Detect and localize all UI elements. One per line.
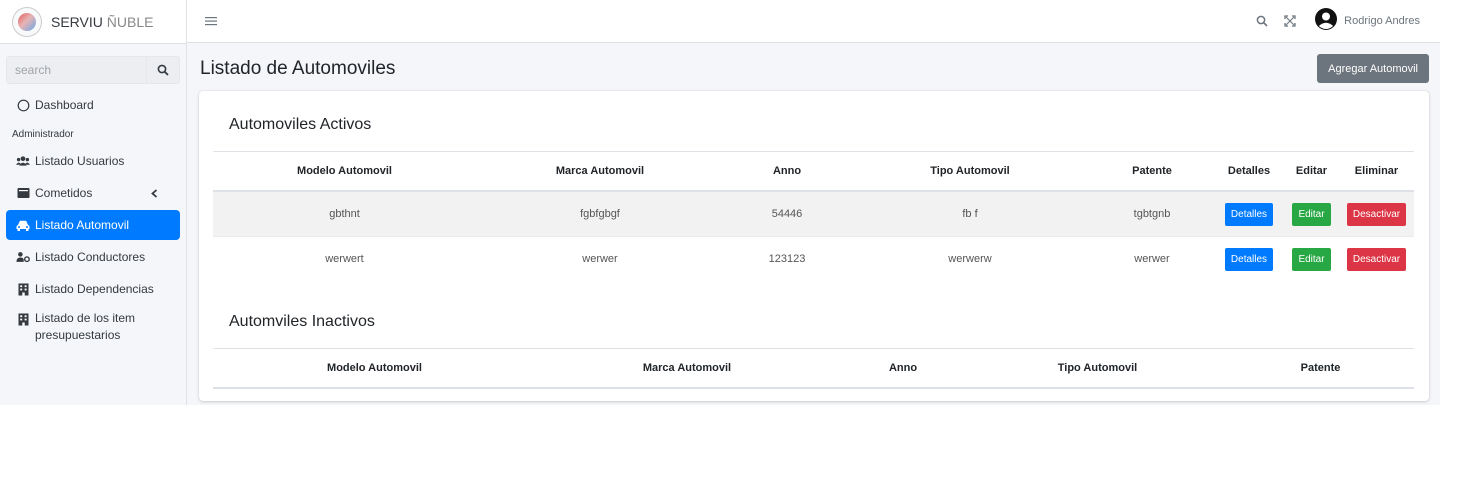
brand-subtitle: ÑUBLE: [106, 13, 154, 30]
desactivar-button[interactable]: Desactivar: [1346, 202, 1407, 226]
table-header-row: Modelo Automovil Marca Automovil Anno Ti…: [213, 348, 1414, 389]
sidebar-item-dashboard[interactable]: Dashboard: [0, 90, 180, 120]
sidebar: SERVIU ÑUBLE Dashboard Administrador Lis…: [0, 0, 187, 405]
add-automovil-button[interactable]: Agregar Automovil: [1317, 54, 1429, 83]
cell-patente: werwer: [1090, 236, 1214, 281]
cell-modelo: gbthnt: [213, 190, 476, 237]
fullscreen-icon[interactable]: [1284, 15, 1296, 27]
app: SERVIU ÑUBLE Dashboard Administrador Lis…: [0, 0, 1440, 405]
content-card: Automoviles Activos Modelo Automovil Mar…: [199, 91, 1429, 401]
inactive-table: Modelo Automovil Marca Automovil Anno Ti…: [213, 348, 1414, 389]
cell-patente: tgbtgnb: [1090, 190, 1214, 237]
brand-logo: [12, 6, 42, 37]
sidebar-item-label: Listado Conductores: [35, 250, 146, 264]
user-cog-icon: [16, 250, 30, 264]
column-header: Anno: [838, 348, 968, 389]
column-header: Detalles: [1214, 151, 1284, 192]
search-icon[interactable]: [1256, 15, 1268, 27]
cell-detalles: Detalles: [1214, 236, 1284, 281]
chevron-left-icon[interactable]: [151, 186, 158, 201]
cell-eliminar: Desactivar: [1339, 236, 1414, 281]
detalles-button[interactable]: Detalles: [1224, 247, 1274, 271]
editar-button[interactable]: Editar: [1292, 247, 1331, 271]
column-header: Eliminar: [1339, 151, 1414, 192]
user-name: Rodrigo Andres: [1344, 15, 1420, 27]
sidebar-header-administrador: Administrador: [12, 128, 74, 140]
active-table: Modelo Automovil Marca Automovil Anno Ti…: [213, 151, 1414, 281]
column-header: Modelo Automovil: [213, 151, 476, 192]
column-header: Marca Automovil: [536, 348, 838, 389]
table-row: werwert werwer 123123 werwerw werwer Det…: [213, 236, 1414, 281]
table-header-row: Modelo Automovil Marca Automovil Anno Ti…: [213, 151, 1414, 192]
cell-eliminar: Desactivar: [1339, 190, 1414, 237]
cell-editar: Editar: [1284, 236, 1339, 281]
sidebar-search: [6, 56, 180, 84]
main-content: Listado de Automoviles Agregar Automovil…: [187, 43, 1440, 405]
column-header: Patente: [1227, 348, 1414, 389]
cell-tipo: werwerw: [850, 236, 1090, 281]
cell-marca: fgbfgbgf: [476, 190, 724, 237]
brand-name: SERVIU ÑUBLE: [51, 14, 153, 30]
topbar: Rodrigo Andres: [187, 0, 1440, 43]
sidebar-item-label: Listado de los item presupuestarios: [35, 311, 136, 342]
search-button[interactable]: [146, 56, 180, 84]
search-icon: [157, 64, 169, 76]
user-circle-icon: [1314, 7, 1338, 36]
topbar-right: Rodrigo Andres: [1242, 7, 1420, 36]
cell-tipo: fb f: [850, 190, 1090, 237]
sidebar-item-presupuestarios[interactable]: Listado de los item presupuestarios: [0, 306, 180, 350]
cell-editar: Editar: [1284, 190, 1339, 237]
column-header: Modelo Automovil: [213, 348, 536, 389]
sidebar-item-usuarios[interactable]: Listado Usuarios: [0, 146, 180, 176]
building-icon: [16, 282, 30, 296]
sidebar-item-conductores[interactable]: Listado Conductores: [0, 242, 180, 272]
table-row: gbthnt fgbfgbgf 54446 fb f tgbtgnb Detal…: [213, 190, 1414, 237]
cell-detalles: Detalles: [1214, 190, 1284, 237]
column-header: Tipo Automovil: [968, 348, 1227, 389]
page-title: Listado de Automoviles: [200, 58, 396, 79]
sidebar-item-cometidos[interactable]: Cometidos: [0, 178, 180, 208]
column-header: Anno: [724, 151, 850, 192]
users-icon: [16, 154, 30, 168]
detalles-button[interactable]: Detalles: [1224, 202, 1274, 226]
cell-anno: 123123: [724, 236, 850, 281]
sidebar-item-label: Cometidos: [35, 186, 93, 200]
sidebar-item-label: Listado Automovil: [35, 218, 130, 232]
brand-title: SERVIU: [51, 13, 103, 30]
editar-button[interactable]: Editar: [1292, 202, 1331, 226]
sidebar-nav: Dashboard Administrador Listado Usuarios…: [0, 90, 186, 350]
inbox-icon: [16, 186, 30, 200]
search-input[interactable]: [6, 56, 146, 84]
car-icon: [16, 218, 30, 232]
column-header: Tipo Automovil: [850, 151, 1090, 192]
brand[interactable]: SERVIU ÑUBLE: [0, 0, 186, 44]
building-icon: [16, 312, 30, 326]
desactivar-button[interactable]: Desactivar: [1346, 247, 1407, 271]
sidebar-item-dependencias[interactable]: Listado Dependencias: [0, 274, 180, 304]
user-menu[interactable]: Rodrigo Andres: [1314, 7, 1420, 36]
cell-anno: 54446: [724, 190, 850, 237]
column-header: Patente: [1090, 151, 1214, 192]
sidebar-item-label: Listado Dependencias: [35, 282, 154, 296]
column-header: Editar: [1284, 151, 1339, 192]
menu-icon[interactable]: [205, 13, 217, 31]
active-section-title: Automoviles Activos: [229, 116, 372, 133]
column-header: Marca Automovil: [476, 151, 724, 192]
circle-icon: [16, 98, 30, 112]
sidebar-item-automovil[interactable]: Listado Automovil: [6, 210, 180, 240]
sidebar-item-label: Listado Usuarios: [35, 154, 125, 168]
sidebar-item-label: Dashboard: [35, 98, 94, 112]
inactive-section-title: Automviles Inactivos: [229, 313, 375, 330]
cell-marca: werwer: [476, 236, 724, 281]
cell-modelo: werwert: [213, 236, 476, 281]
